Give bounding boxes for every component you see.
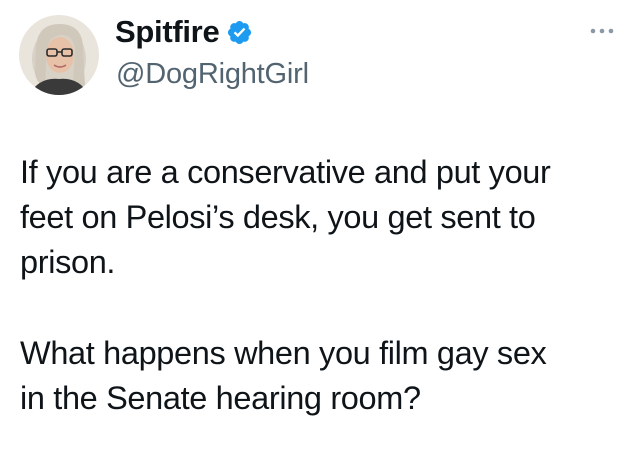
author-name-row: Spitfire: [115, 14, 253, 50]
more-options-icon[interactable]: [589, 24, 615, 36]
tweet-text-line: in the Senate hearing room?: [20, 380, 421, 416]
tweet-paragraph-2: What happens when you film gay sex in th…: [20, 331, 630, 421]
profile-photo: [19, 15, 99, 95]
verified-badge-icon: [226, 19, 253, 46]
author-display-name[interactable]: Spitfire: [115, 14, 220, 50]
tweet-text-line: If you are a conservative and put your: [20, 154, 551, 190]
avatar[interactable]: [19, 15, 99, 95]
tweet-text: If you are a conservative and put your f…: [20, 150, 630, 421]
tweet-card: Spitfire @DogRightGirl If you are a cons…: [0, 0, 643, 466]
tweet-text-line: What happens when you film gay sex: [20, 335, 547, 371]
author-handle[interactable]: @DogRightGirl: [116, 57, 309, 91]
tweet-paragraph-1: If you are a conservative and put your f…: [20, 150, 630, 285]
tweet-text-line: feet on Pelosi’s desk, you get sent to: [20, 199, 536, 235]
tweet-text-line: prison.: [20, 244, 116, 280]
